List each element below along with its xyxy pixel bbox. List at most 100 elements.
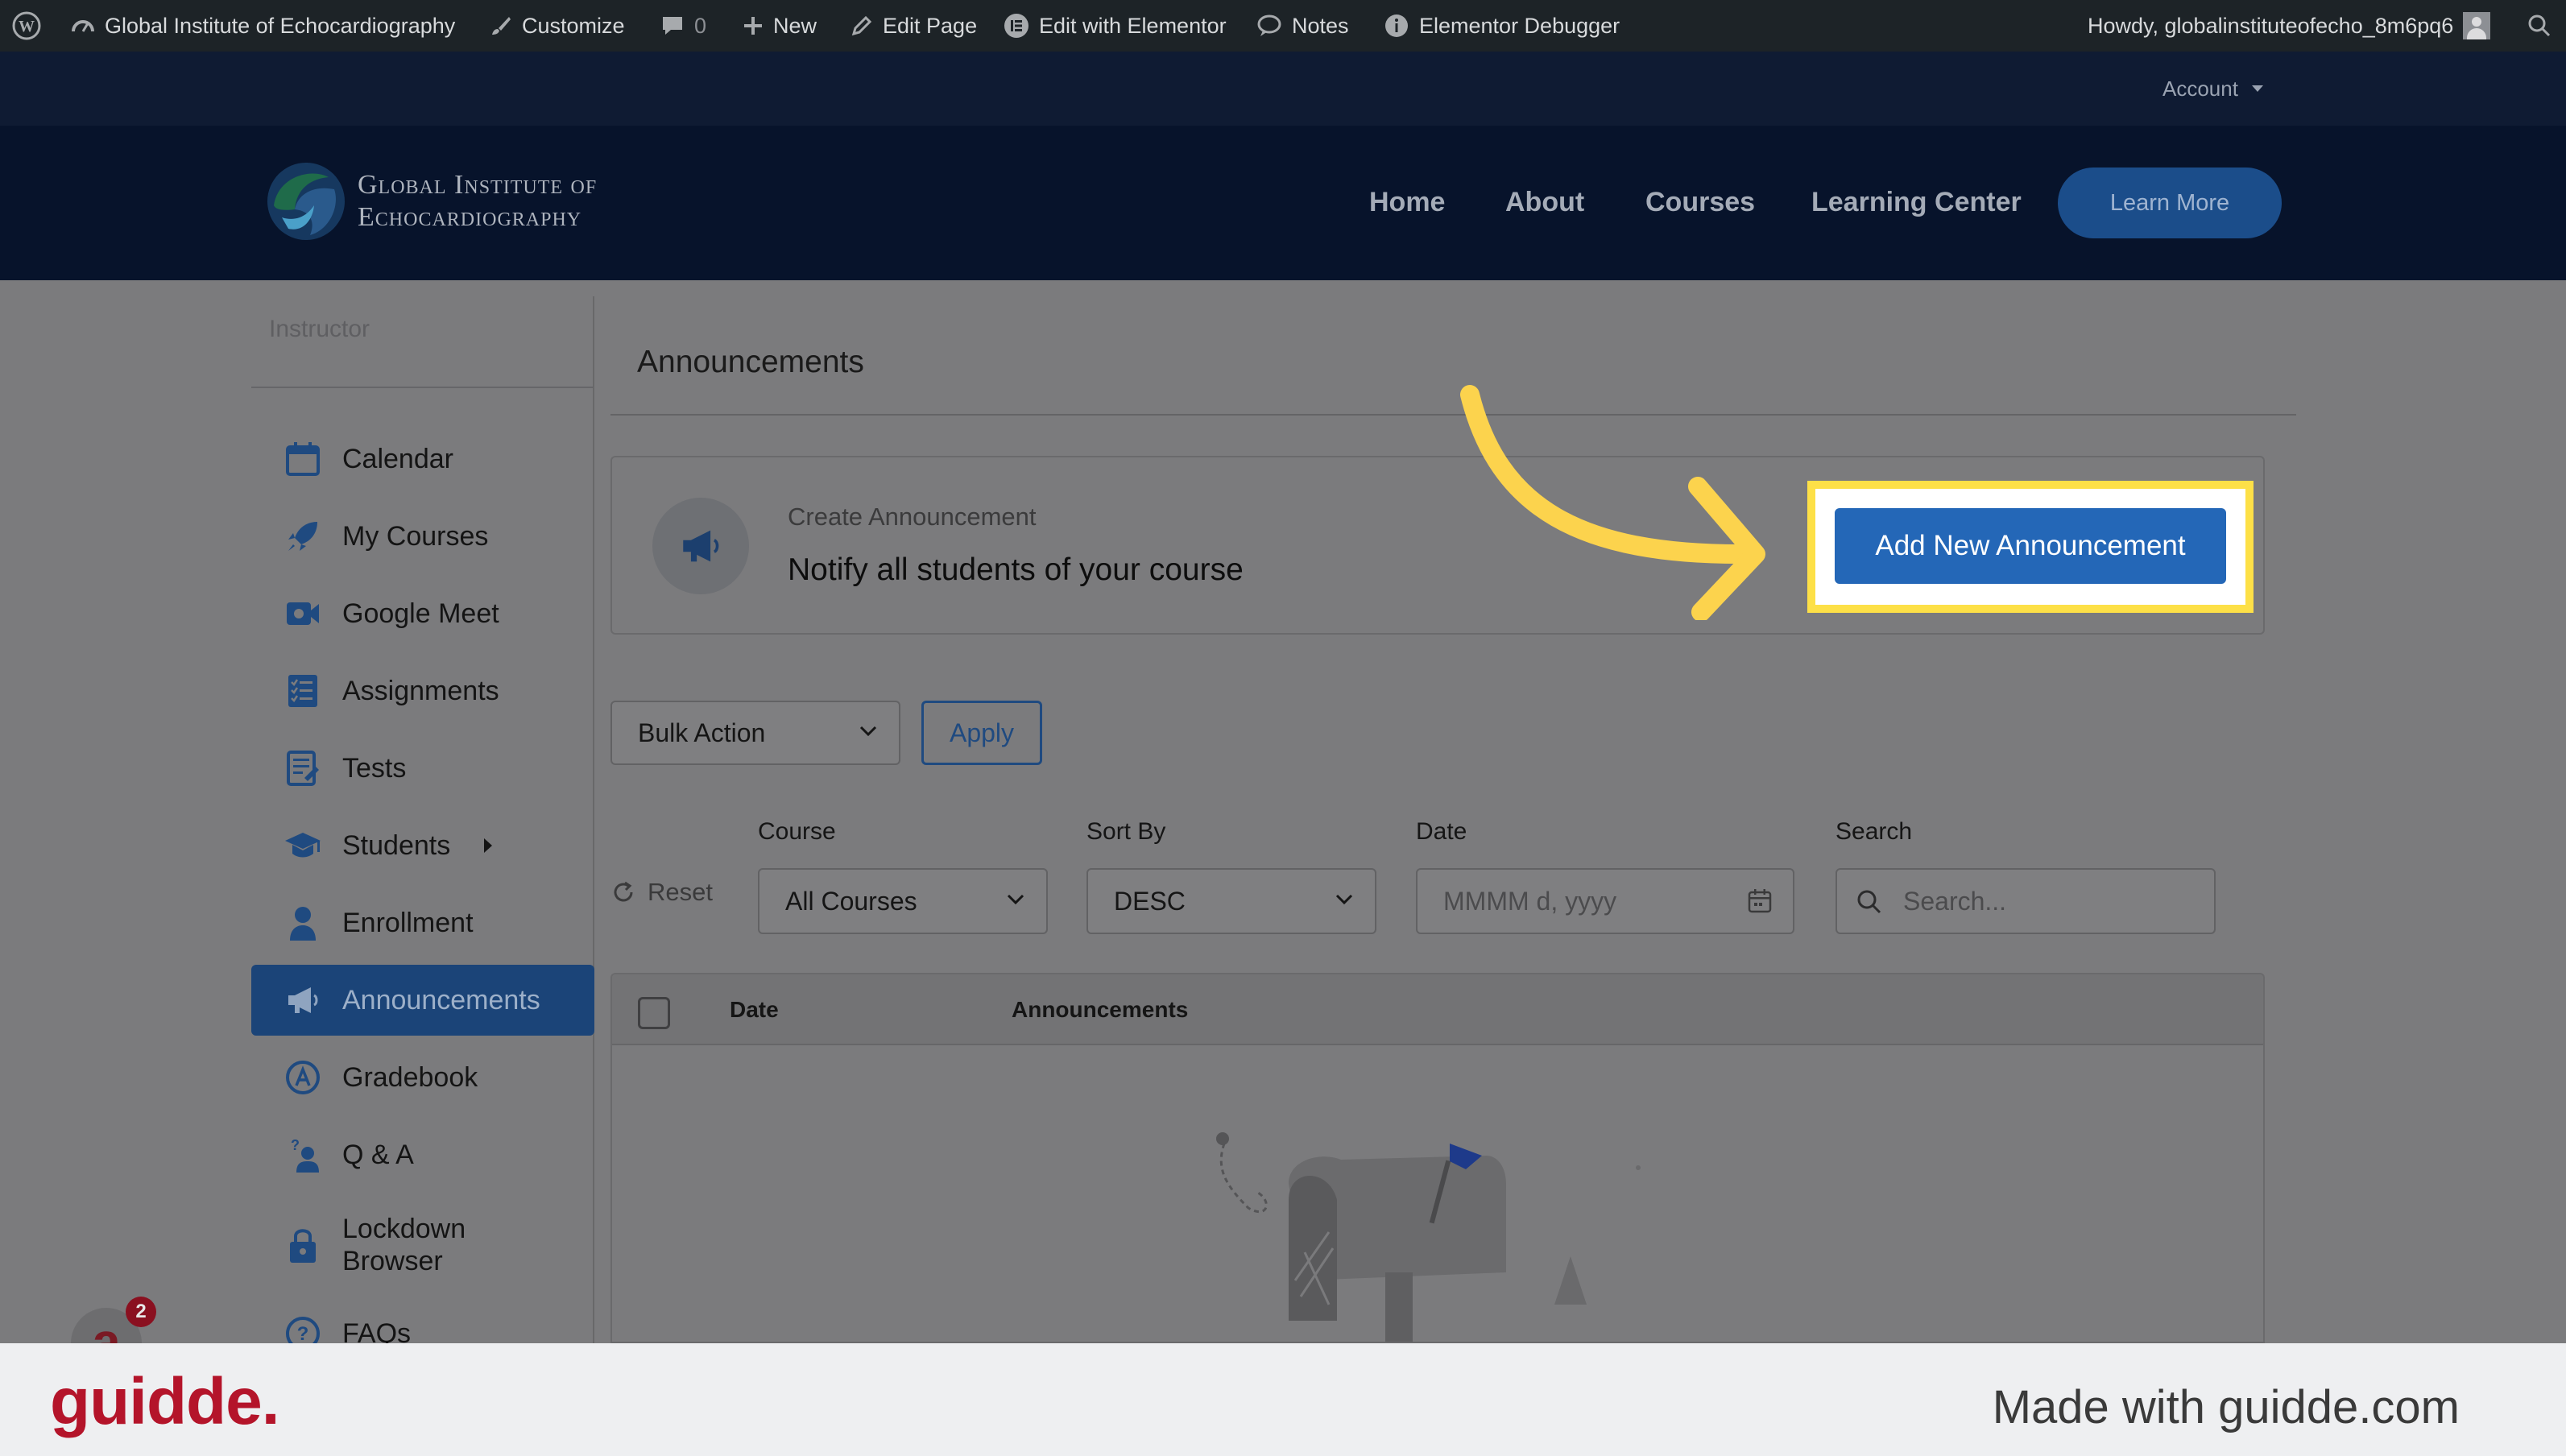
course-filter-label: Course	[758, 818, 836, 845]
reset-filters-button[interactable]: Reset	[610, 878, 713, 907]
notification-count: 2	[135, 1301, 147, 1322]
date-placeholder: MMMM d, yyyy	[1443, 886, 1617, 916]
course-select[interactable]: All Courses	[758, 868, 1048, 934]
comment-bubble-icon	[663, 17, 682, 35]
sidebar-item-label: Calendar	[342, 444, 453, 474]
site-header: Global Institute of Echocardiography Hom…	[0, 126, 2566, 280]
instructor-sidebar: Instructor Calendar My Courses Google Me…	[0, 280, 594, 1367]
admin-edit-page-label: Edit Page	[883, 13, 978, 38]
wp-admin-bar: W Global Institute of Echocardiography C…	[0, 0, 2566, 52]
nav-courses[interactable]: Courses	[1645, 187, 1755, 218]
sidebar-item-enrollment[interactable]: Enrollment	[251, 887, 594, 958]
admin-comments-count: 0	[694, 13, 707, 38]
admin-edit-elementor-label: Edit with Elementor	[1039, 13, 1227, 38]
admin-new-link[interactable]: New	[743, 0, 817, 52]
course-select-value: All Courses	[785, 886, 917, 916]
add-new-announcement-button[interactable]: Add New Announcement	[1835, 508, 2226, 584]
svg-text:?: ?	[291, 1137, 300, 1153]
sort-by-label: Sort By	[1086, 818, 1166, 845]
sidebar-heading: Instructor	[269, 316, 370, 342]
admin-notes-link[interactable]: Notes	[1256, 0, 1349, 52]
svg-text:W: W	[19, 18, 35, 35]
column-announcements: Announcements	[1012, 997, 1189, 1022]
admin-site-name: Global Institute of Echocardiography	[105, 13, 456, 38]
sort-by-value: DESC	[1114, 886, 1186, 916]
sidebar-item-students[interactable]: Students	[251, 810, 594, 881]
bulk-action-value: Bulk Action	[638, 718, 766, 747]
guidde-logo[interactable]: guidde.	[50, 1364, 280, 1440]
sidebar-item-label: Lockdown Browser	[342, 1214, 466, 1276]
pencil-icon	[851, 15, 872, 36]
create-announcement-title: Notify all students of your course	[788, 552, 1244, 587]
info-icon	[1385, 14, 1408, 37]
wordpress-logo-icon[interactable]: W	[11, 0, 42, 52]
sort-by-select[interactable]: DESC	[1086, 868, 1376, 934]
calendar-icon	[1748, 889, 1772, 913]
table-header: Date Announcements	[612, 974, 2263, 1045]
sidebar-item-qa[interactable]: ? Q & A	[251, 1119, 594, 1190]
bulk-action-select[interactable]: Bulk Action	[610, 701, 900, 765]
sidebar-item-label: Announcements	[342, 985, 540, 1015]
chevron-down-icon	[859, 726, 877, 737]
chevron-down-icon	[1335, 894, 1353, 905]
account-dropdown[interactable]: Account	[2162, 52, 2264, 126]
announcement-badge	[652, 498, 749, 594]
pointer-arrow-icon	[1460, 385, 1765, 620]
sidebar-item-label: Google Meet	[342, 598, 499, 629]
admin-search-icon[interactable]	[2527, 0, 2552, 52]
svg-text:?: ?	[297, 1323, 309, 1343]
admin-comments-link[interactable]: 0	[660, 0, 706, 52]
sidebar-item-google-meet[interactable]: Google Meet	[251, 578, 594, 649]
account-bar: Account	[0, 52, 2566, 126]
sidebar-item-tests[interactable]: Tests	[251, 733, 594, 804]
submenu-caret-icon[interactable]	[483, 838, 493, 854]
guidde-footer: guidde. Made with guidde.com	[0, 1343, 2566, 1456]
site-logo[interactable]: Global Institute of Echocardiography	[266, 161, 597, 242]
user-icon	[290, 907, 316, 941]
nav-home[interactable]: Home	[1369, 187, 1445, 218]
checklist-icon	[288, 675, 317, 707]
brush-icon	[492, 17, 511, 35]
nav-about[interactable]: About	[1505, 187, 1584, 218]
chevron-down-icon	[1007, 894, 1024, 905]
sidebar-divider	[251, 387, 594, 388]
sidebar-item-assignments[interactable]: Assignments	[251, 656, 594, 726]
sidebar-item-my-courses[interactable]: My Courses	[251, 501, 594, 572]
dashboard-gauge-icon	[72, 20, 94, 32]
admin-site-link[interactable]: Global Institute of Echocardiography	[71, 0, 455, 52]
sidebar-item-label: Tests	[342, 753, 407, 784]
admin-debugger-link[interactable]: Elementor Debugger	[1384, 0, 1620, 52]
sidebar-item-label: Q & A	[342, 1140, 414, 1170]
sidebar-item-label: Assignments	[342, 676, 499, 706]
admin-new-label: New	[773, 13, 817, 38]
date-input[interactable]: MMMM d, yyyy	[1416, 868, 1794, 934]
graduation-cap-icon	[285, 833, 321, 858]
sidebar-item-label: Students	[342, 830, 451, 861]
caret-down-icon	[2251, 85, 2263, 92]
apply-button[interactable]: Apply	[921, 701, 1042, 765]
admin-customize-link[interactable]: Customize	[490, 0, 625, 52]
nav-learning-center[interactable]: Learning Center	[1811, 187, 2022, 218]
sidebar-item-calendar[interactable]: Calendar	[251, 424, 594, 494]
lock-icon	[290, 1229, 316, 1263]
globe-logo-icon	[267, 163, 345, 240]
elementor-icon	[1004, 14, 1028, 38]
reset-label: Reset	[648, 878, 713, 906]
sidebar-item-lockdown-browser[interactable]: Lockdown Browser	[251, 1203, 594, 1287]
search-input[interactable]: Search...	[1836, 868, 2216, 934]
admin-edit-elementor-link[interactable]: Edit with Elementor	[1004, 0, 1227, 52]
admin-edit-page-link[interactable]: Edit Page	[851, 0, 977, 52]
search-icon	[1857, 890, 1881, 914]
help-circle-icon: ?	[286, 1317, 320, 1343]
learn-more-button[interactable]: Learn More	[2058, 168, 2282, 238]
sidebar-item-announcements[interactable]: Announcements	[251, 965, 594, 1036]
calendar-icon	[286, 442, 320, 476]
sidebar-item-label: Enrollment	[342, 908, 474, 938]
sidebar-item-faqs[interactable]: ? FAQs	[251, 1300, 594, 1343]
account-label: Account	[2162, 76, 2238, 101]
made-with-guidde[interactable]: Made with guidde.com	[1993, 1380, 2460, 1434]
admin-notes-label: Notes	[1292, 13, 1349, 38]
select-all-checkbox[interactable]	[638, 997, 670, 1029]
admin-account-link[interactable]: Howdy, globalinstituteofecho_8m6pq6	[2088, 0, 2491, 52]
sidebar-item-gradebook[interactable]: Gradebook	[251, 1042, 594, 1113]
